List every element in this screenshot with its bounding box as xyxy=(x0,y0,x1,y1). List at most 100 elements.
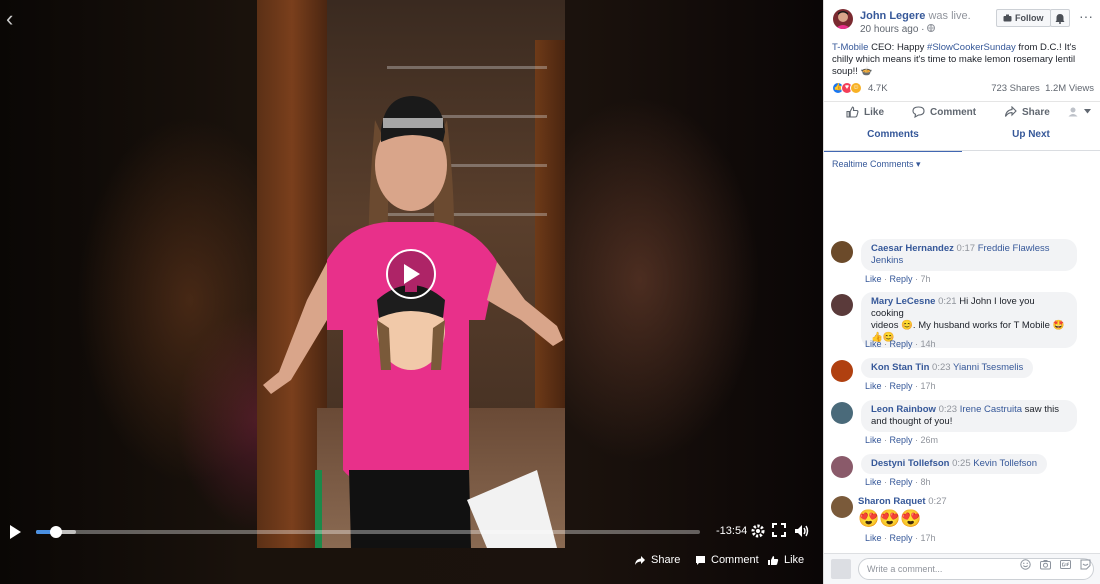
tab-up-next[interactable]: Up Next xyxy=(962,128,1100,142)
settings-gear-icon[interactable] xyxy=(750,523,766,544)
gif-icon[interactable] xyxy=(1060,559,1071,570)
comment-bubble: Leon Rainbow 0:23 Irene Castruita saw th… xyxy=(861,400,1077,432)
comment-reply-link[interactable]: Reply xyxy=(890,477,913,487)
video-comment-button[interactable]: Comment xyxy=(695,554,759,566)
view-count: 1.2M Views xyxy=(1045,83,1094,94)
comment-reply-link[interactable]: Reply xyxy=(890,435,913,445)
commenter-avatar[interactable] xyxy=(831,496,853,518)
video-like-label: Like xyxy=(784,554,805,566)
commenter-name[interactable]: Kon Stan Tin xyxy=(871,362,929,373)
video-like-button[interactable]: Like xyxy=(767,554,804,566)
play-button[interactable] xyxy=(8,524,22,545)
comment-label: Comment xyxy=(930,106,977,118)
caption-hashtag[interactable]: #SlowCookerSunday xyxy=(927,42,1016,53)
meta-dot: · xyxy=(881,381,890,391)
comment-tag[interactable]: Yianni Tsesmelis xyxy=(953,362,1023,373)
comment-tabs: Comments Up Next xyxy=(824,128,1100,152)
comment-tag[interactable]: Irene Castruita xyxy=(960,404,1022,415)
like-label: Like xyxy=(864,106,885,118)
comment-like-link[interactable]: Like xyxy=(865,435,882,445)
audience-selector[interactable] xyxy=(1067,106,1091,117)
commenter-name[interactable]: Leon Rainbow xyxy=(871,404,936,415)
author-avatar[interactable] xyxy=(833,9,853,29)
comment-tag[interactable]: Freddie Flawless xyxy=(978,243,1050,254)
notifications-bell-button[interactable] xyxy=(1050,9,1070,27)
comment-reply-link[interactable]: Reply xyxy=(890,533,913,543)
comment-like-link[interactable]: Like xyxy=(865,274,882,284)
like-button[interactable]: Like xyxy=(846,106,884,118)
commenter-avatar[interactable] xyxy=(831,241,853,263)
live-status: was live. xyxy=(928,10,971,22)
comment-icon xyxy=(696,555,705,565)
camera-icon[interactable] xyxy=(1040,559,1051,570)
comment-timestamp[interactable]: 0:17 xyxy=(957,243,976,254)
comment-age: 8h xyxy=(920,477,931,487)
video-share-button[interactable]: Share xyxy=(634,554,680,566)
fullscreen-icon[interactable] xyxy=(772,523,786,542)
comment-timestamp[interactable]: 0:23 xyxy=(932,362,951,373)
progress-scrubber[interactable] xyxy=(49,526,62,538)
emoji-icon[interactable] xyxy=(1020,559,1031,570)
share-arrow-icon xyxy=(635,555,645,565)
post-stats: 👍 ♥ ☺ 4.7K 723 Shares 1.2M Views xyxy=(832,82,1094,96)
back-arrow-icon[interactable]: ‹ xyxy=(6,6,13,32)
commenter-avatar[interactable] xyxy=(831,294,853,316)
comment-text: saw this xyxy=(1022,404,1059,415)
follow-button[interactable]: Follow xyxy=(996,9,1051,27)
comment-text: and thought of you! xyxy=(871,416,953,427)
comment-composer: Write a comment... xyxy=(824,553,1100,584)
meta-dot: · xyxy=(912,435,921,445)
comment-meta: Like · Reply · 17h xyxy=(865,381,936,391)
comment-bubble: Destyni Tollefson 0:25 Kevin Tollefson xyxy=(861,454,1047,474)
follow-icon xyxy=(1003,14,1012,22)
share-count[interactable]: 723 Shares xyxy=(991,83,1040,94)
caption-brand-link[interactable]: T-Mobile xyxy=(832,42,868,53)
tab-comments[interactable]: Comments xyxy=(824,128,962,142)
follow-label: Follow xyxy=(1015,13,1044,23)
volume-icon[interactable] xyxy=(794,523,810,544)
comment-reply-link[interactable]: Reply xyxy=(890,339,913,349)
comment-timestamp[interactable]: 0:21 xyxy=(938,296,957,307)
post-time-text[interactable]: 20 hours ago · xyxy=(860,24,927,35)
comment-text: videos 😊. My husband works for T Mobile … xyxy=(871,320,1065,331)
meta-dot: · xyxy=(912,274,921,284)
meta-dot: · xyxy=(881,533,890,543)
comment-timestamp[interactable]: 0:25 xyxy=(952,458,971,469)
more-options-icon[interactable]: ··· xyxy=(1079,8,1093,24)
commenter-name[interactable]: Destyni Tollefson xyxy=(871,458,949,469)
comment-meta: Like · Reply · 14h xyxy=(865,339,936,349)
comment-tag[interactable]: Kevin Tollefson xyxy=(973,458,1037,469)
sticker-icon[interactable] xyxy=(1080,559,1091,570)
comment-reply-link[interactable]: Reply xyxy=(890,274,913,284)
comment-timestamp[interactable]: 0:23 xyxy=(939,404,958,415)
video-share-label: Share xyxy=(651,554,681,566)
video-player[interactable]: ‹ -13:54 Share Comment Like xyxy=(0,0,823,584)
progress-bar[interactable] xyxy=(36,526,700,538)
share-button[interactable]: Share xyxy=(1004,106,1050,118)
commenter-avatar[interactable] xyxy=(831,360,853,382)
post-action-bar: Like Comment Share xyxy=(824,106,1100,124)
comment-like-link[interactable]: Like xyxy=(865,381,882,391)
comment-sort-dropdown[interactable]: Realtime Comments ▾ xyxy=(832,159,921,170)
commenter-name[interactable]: Mary LeCesne xyxy=(871,296,935,307)
video-comment-label: Comment xyxy=(711,554,759,566)
meta-dot: · xyxy=(912,533,921,543)
commenter-name[interactable]: Caesar Hernandez xyxy=(871,243,954,254)
comment-age: 17h xyxy=(920,533,936,543)
comment-input[interactable]: Write a comment... xyxy=(858,558,1094,580)
commenter-avatar[interactable] xyxy=(831,456,853,478)
comment-like-link[interactable]: Like xyxy=(865,533,882,543)
commenter-name[interactable]: Sharon Raquet xyxy=(858,496,926,507)
shares-views: 723 Shares 1.2M Views xyxy=(991,83,1094,94)
commenter-avatar[interactable] xyxy=(831,402,853,424)
comment-button[interactable]: Comment xyxy=(912,106,976,118)
comment-like-link[interactable]: Like xyxy=(865,339,882,349)
comment-timestamp[interactable]: 0:27 xyxy=(928,496,947,507)
comment-reply-link[interactable]: Reply xyxy=(890,381,913,391)
comment-tag-continued[interactable]: Jenkins xyxy=(871,255,903,266)
author-name[interactable]: John Legere xyxy=(860,10,925,22)
comment-like-link[interactable]: Like xyxy=(865,477,882,487)
play-overlay-button[interactable] xyxy=(386,249,436,299)
reaction-count[interactable]: 4.7K xyxy=(868,83,888,94)
meta-dot: · xyxy=(912,381,921,391)
